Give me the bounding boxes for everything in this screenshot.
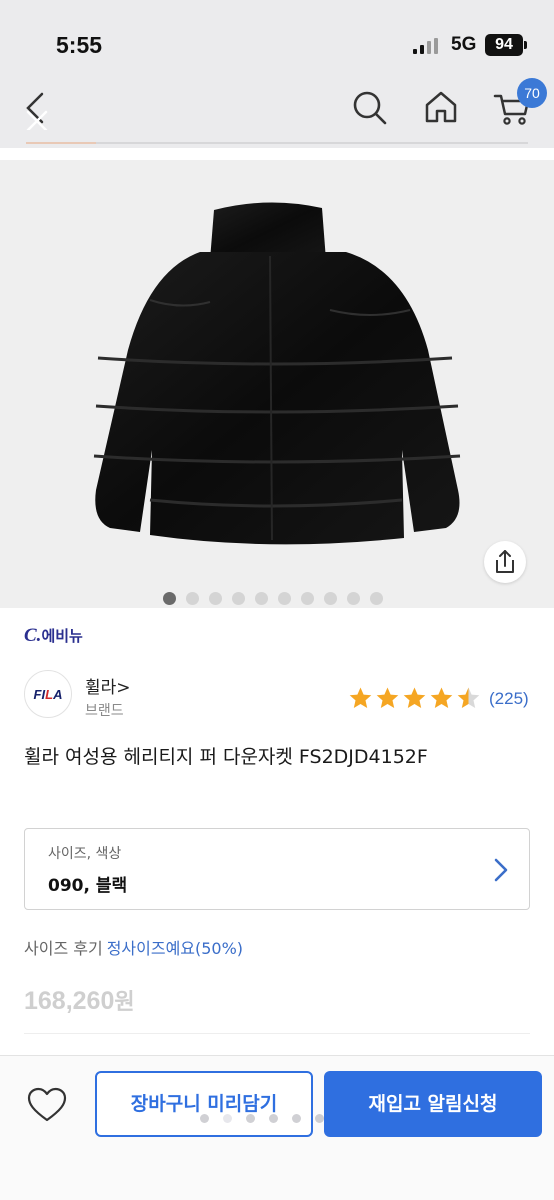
gallery-dot[interactable]	[278, 592, 291, 605]
image-progress-bar	[26, 142, 528, 144]
seller-logo-text: 에비뉴	[41, 627, 83, 645]
size-review[interactable]: 사이즈 후기 정사이즈예요(50%)	[24, 935, 243, 959]
share-button[interactable]	[484, 541, 526, 583]
home-icon[interactable]	[421, 87, 461, 127]
cart-count-badge: 70	[517, 78, 547, 108]
size-review-label: 사이즈 후기	[24, 939, 103, 958]
heart-icon[interactable]	[27, 1087, 67, 1123]
brand-logo-text-end: A	[53, 686, 63, 702]
brand-logo-text-accent: L	[45, 686, 54, 702]
star-icon	[403, 687, 426, 708]
seller-logo[interactable]: C.에비뉴	[24, 625, 83, 647]
gallery-dot[interactable]	[255, 592, 268, 605]
gallery-pagination[interactable]	[163, 592, 383, 606]
brand-name-link[interactable]: 휠라>	[85, 673, 131, 698]
share-icon	[496, 550, 514, 573]
star-icon	[457, 687, 480, 708]
option-selector[interactable]: 사이즈, 색상 090, 블랙	[24, 828, 530, 910]
battery-icon: 94	[485, 34, 527, 56]
gallery-dot[interactable]	[186, 592, 199, 605]
status-time: 5:55	[56, 32, 103, 58]
brand-logo-text-main: FI	[33, 686, 46, 702]
star-icon	[376, 687, 399, 708]
star-icon	[430, 687, 453, 708]
gallery-dot[interactable]	[163, 592, 176, 605]
gallery-dot[interactable]	[209, 592, 222, 605]
gallery-dot[interactable]	[347, 592, 360, 605]
option-value: 090, 블랙	[48, 876, 128, 896]
price-amount: 168,260	[24, 987, 115, 1015]
size-review-value: 정사이즈예요(50%)	[106, 939, 244, 958]
review-count[interactable]: (225)	[489, 689, 529, 709]
price-unit: 원	[114, 990, 135, 1015]
gallery-dot[interactable]	[370, 592, 383, 605]
image-progress-fill	[26, 142, 97, 144]
bottom-page-indicator	[200, 1114, 324, 1123]
nav-header: 70	[0, 78, 554, 148]
restock-alert-button[interactable]: 재입고 알림신청	[324, 1071, 542, 1137]
seller-logo-mark: C.	[24, 625, 42, 646]
gallery-dot[interactable]	[324, 592, 337, 605]
option-label: 사이즈, 색상	[48, 846, 122, 862]
search-icon[interactable]	[350, 88, 390, 128]
gallery-dot[interactable]	[301, 592, 314, 605]
network-label: 5G	[451, 34, 477, 55]
brand-subtitle: 브랜드	[85, 703, 124, 719]
chevron-right-icon	[494, 858, 508, 882]
product-image[interactable]	[0, 160, 554, 608]
add-to-cart-button[interactable]: 장바구니 미리담기	[95, 1071, 313, 1137]
rating[interactable]: (225)	[348, 686, 529, 711]
price: 168,260원	[24, 984, 135, 1016]
status-bar: 5:55 5G 94	[0, 0, 554, 78]
divider	[24, 1033, 530, 1034]
brand-logo-avatar[interactable]: FI L A	[24, 670, 72, 718]
product-title: 휠라 여성용 헤리티지 퍼 다운자켓 FS2DJD4152F	[24, 746, 428, 768]
jacket-image	[93, 202, 461, 545]
star-icon	[349, 687, 372, 708]
back-icon[interactable]	[18, 90, 58, 130]
gallery-dot[interactable]	[232, 592, 245, 605]
signal-icon	[413, 38, 439, 54]
